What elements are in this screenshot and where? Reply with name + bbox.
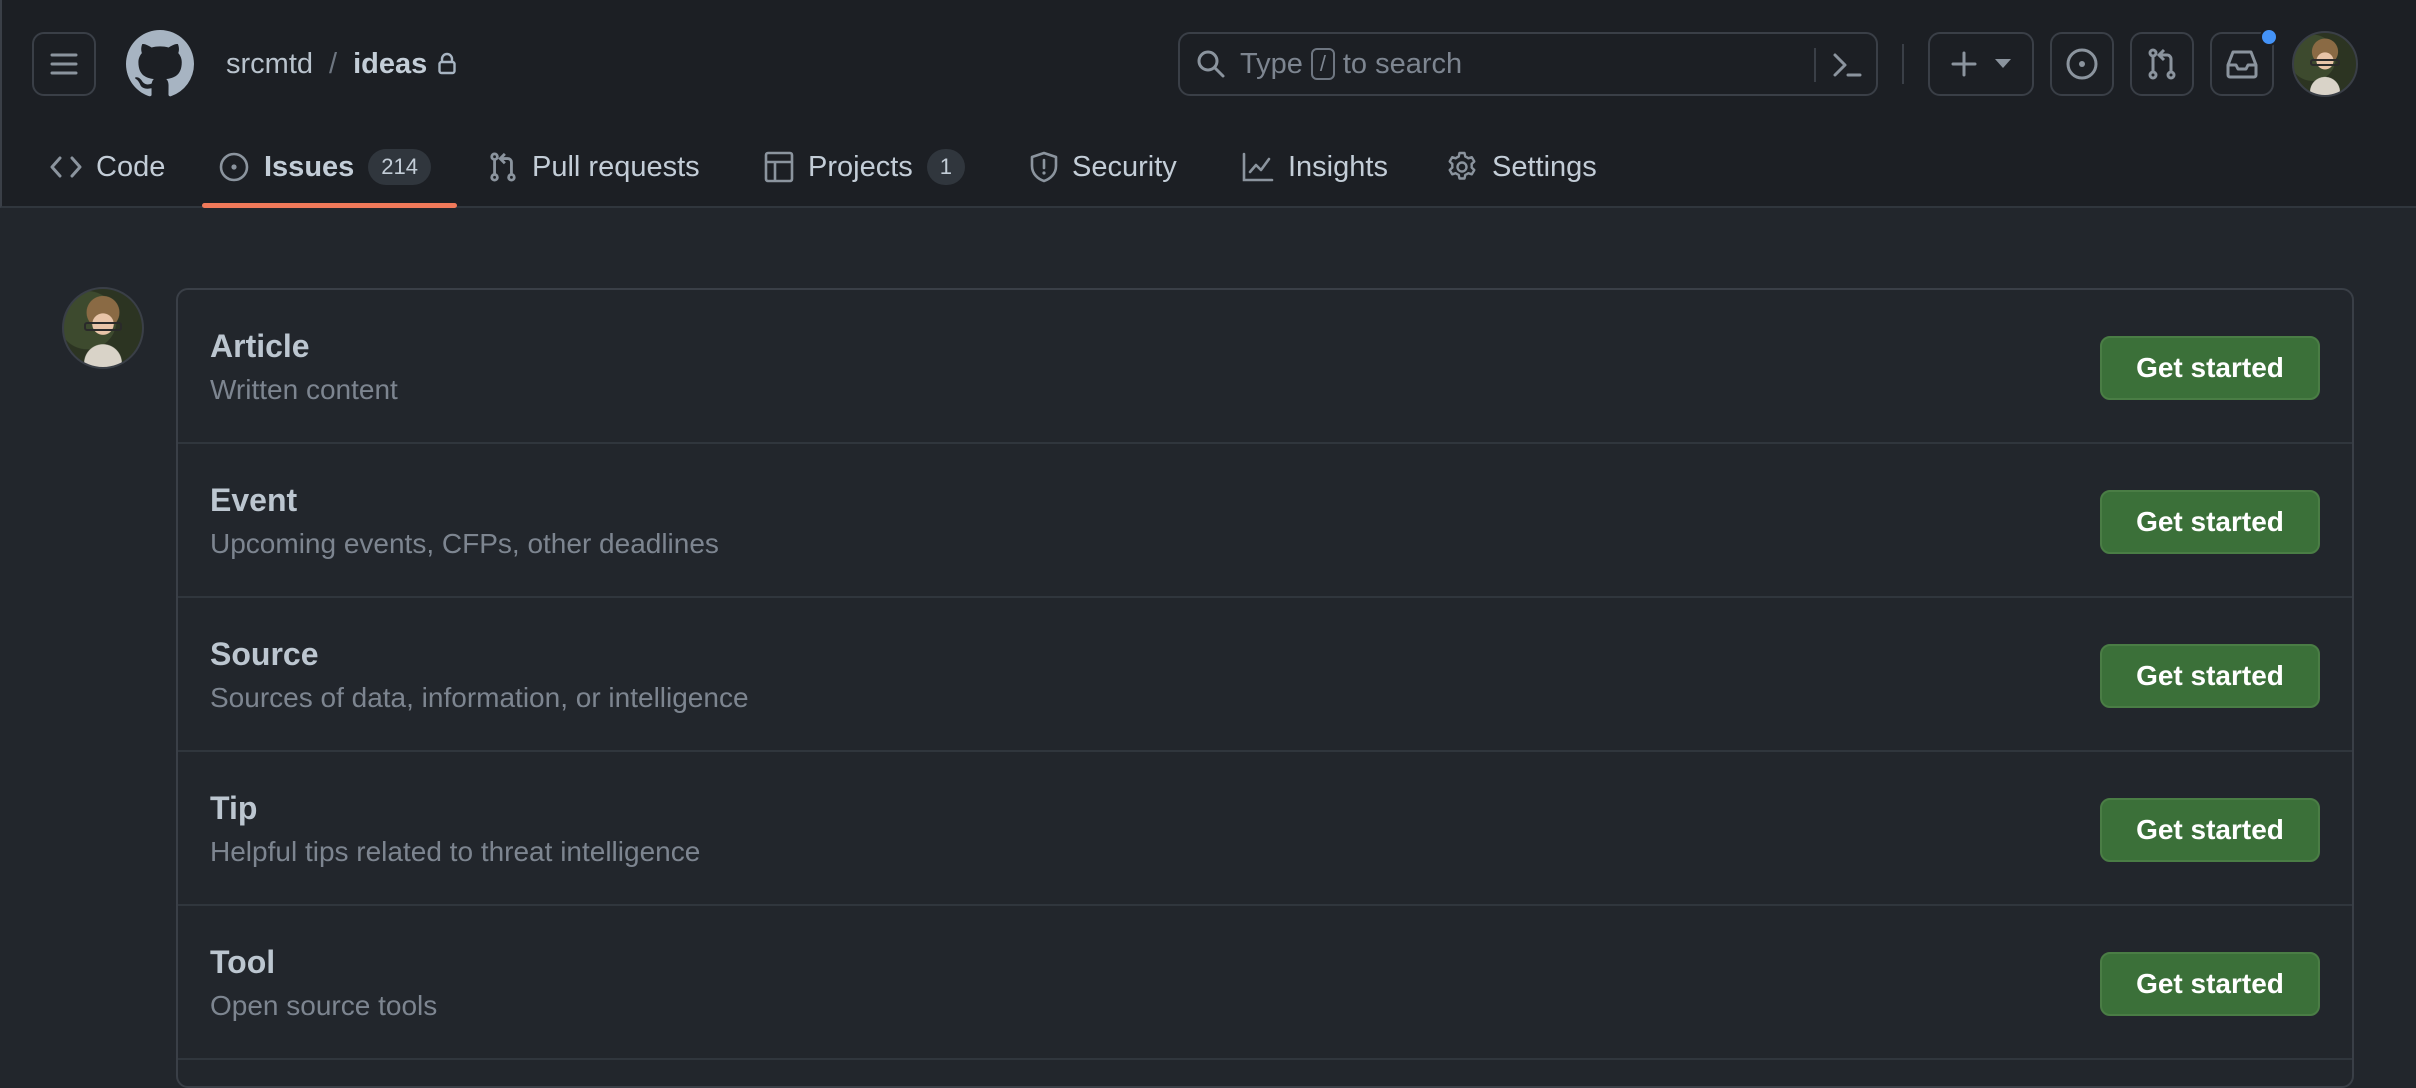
tab-insights-label: Insights [1288, 150, 1388, 183]
get-started-button[interactable]: Get started [2100, 490, 2320, 554]
tab-issues-label: Issues [264, 150, 355, 183]
author-avatar[interactable] [62, 287, 144, 369]
avatar-image [2310, 59, 2340, 67]
git-pull-request-icon [2148, 48, 2176, 80]
github-logo-icon[interactable] [126, 30, 194, 98]
issue-opened-icon [219, 152, 249, 182]
search-placeholder: Type / to search [1240, 48, 1462, 81]
template-description: Upcoming events, CFPs, other deadlines [210, 528, 719, 559]
get-started-button[interactable]: Get started [2100, 798, 2320, 862]
get-started-button[interactable]: Get started [2100, 336, 2320, 400]
gear-icon [1448, 151, 1476, 180]
template-description: Sources of data, information, or intelli… [210, 682, 749, 713]
tab-projects[interactable]: Projects 1 [748, 128, 981, 206]
tab-security[interactable]: Security [1014, 128, 1193, 206]
user-avatar-menu[interactable] [2292, 31, 2358, 97]
global-nav-menu-button[interactable] [32, 32, 96, 96]
triangle-down-icon [1995, 59, 2011, 68]
create-new-button[interactable] [1928, 32, 2034, 96]
search-placeholder-prefix: Type [1240, 47, 1303, 80]
inbox-icon [2226, 50, 2258, 79]
search-input[interactable]: Type / to search [1178, 32, 1878, 96]
tab-code-label: Code [96, 150, 166, 183]
shield-icon [1030, 151, 1058, 183]
app-header: srcmtd / ideas Type / to search Code Iss… [0, 0, 2416, 208]
template-row: Tip Helpful tips related to threat intel… [178, 752, 2352, 906]
repo-nav-tabs: Code Issues 214 Pull requests Projects 1… [2, 128, 2416, 208]
template-name: Event [210, 482, 298, 518]
template-name: Source [210, 636, 319, 672]
tab-code[interactable]: Code [34, 128, 181, 206]
code-icon [50, 156, 82, 178]
template-description: Written content [210, 374, 398, 405]
lock-icon [437, 52, 457, 76]
template-name: Tip [210, 790, 258, 826]
tab-projects-label: Projects [808, 150, 913, 183]
owner-link[interactable]: srcmtd [226, 48, 313, 81]
get-started-button[interactable]: Get started [2100, 952, 2320, 1016]
tab-settings[interactable]: Settings [1430, 128, 1613, 206]
notification-indicator [2260, 28, 2278, 46]
top-bar: srcmtd / ideas Type / to search [2, 0, 2416, 128]
tab-settings-label: Settings [1492, 150, 1597, 183]
command-palette-icon[interactable] [1830, 48, 1864, 87]
search-icon [1197, 50, 1225, 78]
template-row: Article Written content Get started [178, 290, 2352, 444]
repo-link[interactable]: ideas [353, 48, 427, 81]
breadcrumb-separator: / [329, 47, 338, 80]
avatar-image [84, 321, 122, 332]
issues-count-badge: 214 [368, 149, 432, 185]
template-name: Article [210, 328, 310, 364]
tab-security-label: Security [1072, 150, 1177, 183]
template-description: Helpful tips related to threat intellige… [210, 836, 701, 867]
your-pull-requests-button[interactable] [2130, 32, 2194, 96]
tab-pull-requests[interactable]: Pull requests [472, 128, 716, 206]
breadcrumb: srcmtd / ideas [226, 44, 457, 84]
table-icon [764, 151, 794, 183]
your-issues-button[interactable] [2050, 32, 2114, 96]
search-placeholder-suffix: to search [1342, 47, 1463, 80]
get-started-button[interactable]: Get started [2100, 644, 2320, 708]
tab-issues[interactable]: Issues 214 [202, 128, 457, 208]
search-shortcut-key: / [1310, 48, 1335, 80]
issue-template-chooser: Article Written content Get started Even… [176, 288, 2354, 1088]
issue-opened-icon [2066, 48, 2098, 80]
plus-icon [1951, 51, 1977, 77]
projects-count-badge: 1 [926, 149, 966, 185]
tab-pull-requests-label: Pull requests [532, 150, 700, 183]
template-description: Open source tools [210, 990, 438, 1021]
template-row: Tool Open source tools Get started [178, 906, 2352, 1060]
git-pull-request-icon [490, 152, 516, 182]
graph-icon [1242, 152, 1274, 182]
search-divider [1814, 48, 1816, 82]
tab-insights[interactable]: Insights [1226, 128, 1404, 206]
template-row: Event Upcoming events, CFPs, other deadl… [178, 444, 2352, 598]
hamburger-icon [50, 53, 78, 75]
template-row: Source Sources of data, information, or … [178, 598, 2352, 752]
toolbar-divider [1902, 44, 1904, 84]
template-name: Tool [210, 944, 276, 980]
